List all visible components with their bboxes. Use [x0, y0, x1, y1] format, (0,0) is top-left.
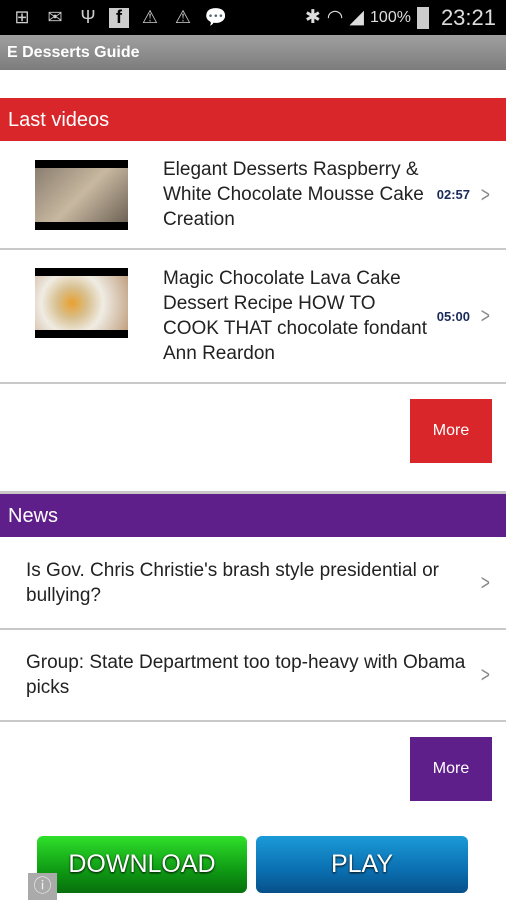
add-notification-icon: ⊞ [14, 7, 30, 27]
signal-icon: ◢ [349, 7, 365, 28]
video-item[interactable]: Elegant Desserts Raspberry & White Choco… [0, 141, 506, 250]
usb-icon: Ψ [80, 7, 96, 27]
videos-header: Last videos [0, 98, 506, 141]
news-title: Is Gov. Chris Christie's brash style pre… [26, 559, 439, 606]
warning-icon: ⚠ [174, 7, 192, 27]
video-item[interactable]: Magic Chocolate Lava Cake Dessert Recipe… [0, 250, 506, 384]
app-title: E Desserts Guide [0, 35, 506, 70]
play-button[interactable]: PLAY [256, 836, 468, 893]
chevron-right-icon: > [481, 181, 491, 207]
news-header: News [0, 494, 506, 537]
video-duration: 05:00 [436, 308, 470, 324]
warning-icon: ⚠ [141, 7, 159, 27]
wifi-icon: ◠ [326, 7, 344, 28]
video-title: Elegant Desserts Raspberry & White Choco… [163, 159, 424, 230]
facebook-icon: f [109, 7, 129, 28]
news-item[interactable]: Is Gov. Chris Christie's brash style pre… [0, 537, 506, 630]
mail-icon: ✉ [47, 7, 63, 27]
battery-percent: 100% [370, 8, 411, 26]
news-item[interactable]: Group: State Department too top-heavy wi… [0, 630, 506, 722]
chat-icon: 💬 [204, 7, 228, 27]
videos-more-button[interactable]: More [410, 399, 492, 463]
status-bar: ⊞ ✉ Ψ f ⚠ ⚠ 💬 ✱ ◠ ◢ 100% 23:21 [0, 0, 506, 35]
video-thumbnail [35, 268, 128, 338]
news-more-button[interactable]: More [410, 737, 492, 801]
chevron-right-icon: > [481, 569, 491, 595]
chevron-right-icon: > [481, 662, 491, 687]
video-thumbnail [35, 160, 128, 230]
news-title: Group: State Department too top-heavy wi… [26, 652, 466, 698]
battery-icon [416, 6, 429, 29]
download-button[interactable]: DOWNLOAD [37, 836, 247, 893]
bluetooth-icon: ✱ [304, 7, 321, 28]
ad-info-icon[interactable]: ⓘ [28, 873, 57, 900]
chevron-right-icon: > [481, 303, 491, 328]
video-duration: 02:57 [436, 187, 470, 202]
clock: 23:21 [440, 4, 496, 30]
video-title: Magic Chocolate Lava Cake Dessert Recipe… [163, 268, 428, 364]
